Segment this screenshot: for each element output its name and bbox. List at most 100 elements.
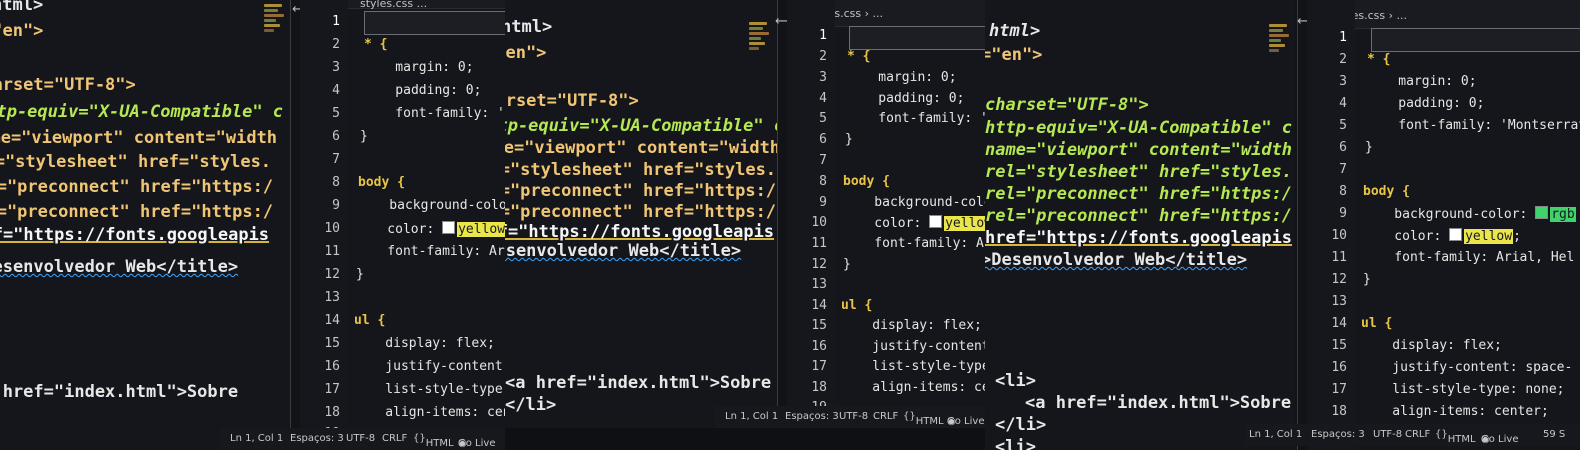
photo-segment-3: html> ="en"> charset="UTF-8"> http-equiv…	[985, 0, 1580, 450]
css-line: background-color: rgb	[1363, 206, 1576, 222]
code-line: http-equiv="X-UA-Compatible" c	[985, 118, 1293, 138]
line-number: 15	[324, 336, 340, 351]
line-number: 11	[811, 236, 827, 251]
photo-segment-2: html> ="en"> charset="UTF-8"> http-equiv…	[505, 0, 985, 450]
eol-setting[interactable]: CRLF	[382, 433, 407, 444]
code-line: ="en">	[505, 43, 547, 63]
color-swatch[interactable]	[442, 221, 456, 234]
indentation-setting[interactable]: Espaços: 3	[1311, 429, 1365, 440]
code-line: name="viewport" content="width	[0, 128, 278, 148]
minimap[interactable]	[749, 22, 773, 82]
eol-setting[interactable]: CRLF	[1405, 429, 1430, 440]
minimap[interactable]	[264, 4, 288, 64]
css-line: font-family: 'Montserrat	[395, 106, 505, 121]
search-input[interactable]	[364, 11, 505, 35]
code-line: rel="preconnect" href="https:/	[985, 206, 1293, 226]
tab-styles-css[interactable]: styles.css ...	[360, 0, 427, 10]
code-line: >Desenvolvedor Web</title>	[0, 257, 239, 277]
css-editor-pane: 3styles.css › ... 1 2 3 4 5 6 7 8 9 10 1…	[1307, 0, 1580, 450]
css-line: ul {	[1361, 316, 1393, 331]
css-line: padding: 0;	[1367, 96, 1485, 111]
css-line: }	[1365, 140, 1373, 155]
html-editor-pane: html> ="en"> charset="UTF-8"> http-equiv…	[0, 0, 290, 450]
line-number: 8	[819, 174, 827, 189]
css-line: justify-content: space-	[1361, 360, 1573, 375]
line-number: 4	[1339, 96, 1347, 111]
color-swatch[interactable]	[1449, 228, 1463, 241]
css-line: font-family: Arial, Hel	[387, 244, 505, 259]
code-line: html>	[505, 17, 553, 37]
encoding-setting[interactable]: UTF-8	[1373, 429, 1402, 440]
line-number: 3	[1339, 74, 1347, 89]
color-swatch[interactable]	[1535, 206, 1549, 219]
indentation-setting[interactable]: Espaços: 3	[785, 411, 839, 422]
code-line: <a href="index.html">Sobre	[2, 382, 239, 402]
status-extra: 59 S	[1543, 429, 1566, 440]
line-number: 12	[1331, 272, 1347, 287]
language-mode[interactable]: {} HTML	[413, 433, 454, 449]
minimap[interactable]	[1269, 24, 1293, 84]
search-input[interactable]	[849, 26, 985, 50]
css-line: display: flex;	[841, 318, 982, 333]
code-line: href="https://fonts.googleapis	[0, 225, 270, 245]
html-code: html> ="en"> charset="UTF-8"> http-equiv…	[505, 0, 777, 450]
html-code: html> ="en"> charset="UTF-8"> http-equiv…	[985, 0, 1295, 450]
line-number: 18	[324, 405, 340, 420]
code-line: >Desenvolvedor Web</title>	[985, 250, 1248, 270]
taskbar	[505, 428, 985, 450]
cursor-position[interactable]: Ln 1, Col 1	[725, 411, 778, 422]
code-line: html>	[989, 21, 1041, 41]
code-line: rel="preconnect" href="https:/	[985, 184, 1293, 204]
line-number: 7	[819, 153, 827, 168]
code-line: rel="preconnect" href="https:/	[505, 202, 777, 222]
line-number: 15	[811, 318, 827, 333]
css-line: padding: 0;	[364, 83, 482, 98]
language-mode[interactable]: {} HTML	[1435, 429, 1476, 445]
code-line: </li>	[505, 395, 557, 415]
line-number: 9	[1339, 206, 1347, 221]
encoding-setting[interactable]: UTF-8	[839, 411, 868, 422]
code-line: charset="UTF-8">	[0, 75, 136, 95]
search-input[interactable]	[1371, 28, 1580, 52]
css-line: color: yellow;	[356, 221, 505, 237]
line-number: 10	[324, 221, 340, 236]
css-line: justify-content: space-	[385, 359, 505, 374]
indentation-setting[interactable]: Espaços: 3	[290, 433, 344, 444]
line-number: 16	[324, 359, 340, 374]
css-line: justify-content: space-	[872, 339, 985, 354]
css-editor-pane: 3styles.css › ... 1 2 3 4 5 6 7 8 9 10 1…	[787, 0, 985, 450]
encoding-setting[interactable]: UTF-8	[346, 433, 375, 444]
line-number: 1	[1339, 30, 1347, 45]
line-number: 15	[1331, 338, 1347, 353]
line-number: 8	[332, 175, 340, 190]
css-line: list-style-type: none;	[385, 382, 505, 397]
css-line: align-items: center;	[1361, 404, 1549, 419]
line-number: 16	[811, 339, 827, 354]
line-number: 4	[819, 91, 827, 106]
photo-segment-1: html> ="en"> charset="UTF-8"> http-equiv…	[0, 0, 505, 450]
split-divider[interactable]	[1297, 0, 1298, 450]
line-number: 18	[811, 380, 827, 395]
line-number: 12	[324, 267, 340, 282]
split-divider[interactable]	[777, 0, 778, 450]
cursor-position[interactable]: Ln 1, Col 1	[230, 433, 283, 444]
css-line: color: yellow;	[843, 215, 985, 231]
language-mode[interactable]: {} HTML	[903, 411, 944, 427]
code-line: href="https://fonts.googleapis	[985, 228, 1293, 248]
code-line: charset="UTF-8">	[985, 95, 1149, 115]
css-line: display: flex;	[1361, 338, 1502, 353]
code-line: <li>	[995, 437, 1036, 450]
split-divider[interactable]	[290, 0, 291, 450]
line-number: 16	[1331, 360, 1347, 375]
line-number: 14	[324, 313, 340, 328]
code-line: rel="stylesheet" href="styles.	[0, 152, 272, 172]
eol-setting[interactable]: CRLF	[873, 411, 898, 422]
css-line: body {	[843, 174, 890, 189]
line-number: 11	[324, 244, 340, 259]
css-line: color: yellow;	[1363, 228, 1521, 244]
cursor-position[interactable]: Ln 1, Col 1	[1249, 429, 1302, 440]
line-number: 14	[811, 298, 827, 313]
color-swatch[interactable]	[929, 215, 943, 228]
line-number: 17	[324, 382, 340, 397]
code-line: name="viewport" content="width	[985, 140, 1293, 160]
